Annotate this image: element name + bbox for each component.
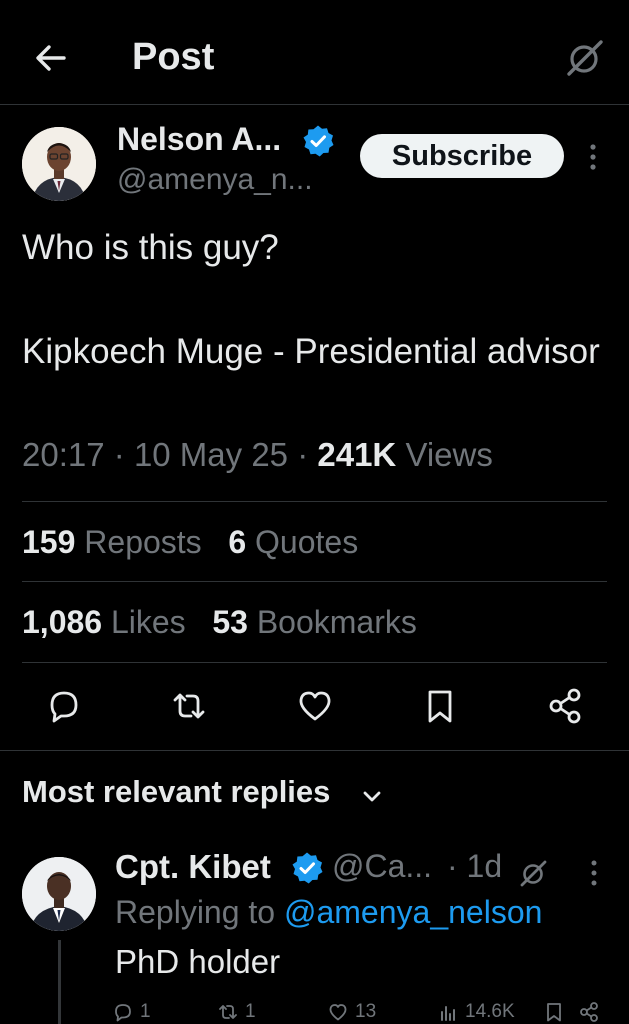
share-icon (578, 1001, 600, 1023)
chevron-down-icon[interactable] (359, 783, 385, 809)
views-chart-icon (437, 1001, 459, 1023)
verified-badge-icon (290, 851, 324, 885)
author-name[interactable]: Nelson A... (117, 121, 281, 158)
share-icon[interactable] (545, 686, 585, 726)
reply-like-action[interactable]: 13 (327, 1000, 376, 1024)
replying-to-handle-link[interactable]: @amenya_nelson (284, 894, 542, 930)
post-metadata: 20:17 · 10 May 25 · 241K Views (22, 436, 493, 474)
like-count: 13 (355, 1001, 377, 1022)
reply-count: 1 (140, 1001, 151, 1022)
views-label: Views (405, 436, 493, 473)
post-date: 10 May 25 (133, 436, 289, 473)
reply-bookmark-action[interactable] (543, 1000, 565, 1024)
reply-author-name[interactable]: Cpt. Kibet (115, 848, 271, 886)
reply-author-handle[interactable]: @Ca... (332, 848, 432, 885)
views-count: 241K (317, 436, 397, 473)
reply-views-action[interactable]: 14.6K (437, 1000, 515, 1024)
header-divider (0, 104, 629, 105)
subscribe-button[interactable]: Subscribe (360, 134, 564, 178)
meta-separator: · (113, 436, 125, 473)
reposts-stat[interactable]: 159 Reposts (22, 524, 202, 560)
grok-icon[interactable] (517, 857, 549, 889)
reply-text: PhD holder (115, 943, 281, 980)
more-options-icon[interactable] (584, 858, 604, 888)
post-text: Who is this guy? Kipkoech Muge - Preside… (22, 228, 600, 371)
bookmarks-stat[interactable]: 53 Bookmarks (212, 604, 417, 640)
like-icon[interactable] (295, 686, 335, 726)
divider (22, 501, 607, 502)
reply-reply-action[interactable]: 1 (112, 1000, 151, 1024)
repost-icon (217, 1001, 239, 1023)
divider (22, 662, 607, 663)
likes-stat[interactable]: 1,086 Likes (22, 604, 186, 640)
reply-icon[interactable] (44, 686, 84, 726)
divider (0, 750, 629, 751)
replying-to-label: Replying to (115, 894, 276, 930)
divider (22, 581, 607, 582)
reply-icon (112, 1001, 134, 1023)
reply-repost-action[interactable]: 1 (217, 1000, 256, 1024)
replies-sort-label[interactable]: Most relevant replies (22, 774, 330, 810)
like-icon (327, 1001, 349, 1023)
back-arrow-icon[interactable] (30, 38, 70, 78)
author-handle[interactable]: @amenya_n... (117, 163, 313, 197)
verified-badge-icon (301, 124, 335, 158)
engagement-stats-row: 159 Reposts 6 Quotes (22, 524, 358, 561)
author-avatar[interactable] (22, 127, 96, 201)
repost-count: 1 (245, 1001, 256, 1022)
more-options-icon[interactable] (582, 142, 604, 172)
quotes-stat[interactable]: 6 Quotes (228, 524, 358, 560)
bookmark-icon (543, 1001, 565, 1023)
meta-separator: · (297, 436, 309, 473)
page-title: Post (132, 36, 215, 78)
reply-share-action[interactable] (578, 1000, 600, 1024)
engagement-stats-row: 1,086 Likes 53 Bookmarks (22, 604, 417, 641)
repost-icon[interactable] (169, 686, 209, 726)
post-time: 20:17 (22, 436, 105, 473)
reply-timestamp: · 1d (447, 848, 503, 884)
grok-icon[interactable] (562, 36, 606, 80)
thread-line (58, 940, 61, 1024)
replying-to-line: Replying to @amenya_nelson (115, 894, 542, 931)
bookmark-icon[interactable] (420, 686, 460, 726)
reply-author-avatar[interactable] (22, 857, 96, 931)
view-count: 14.6K (465, 1001, 515, 1022)
